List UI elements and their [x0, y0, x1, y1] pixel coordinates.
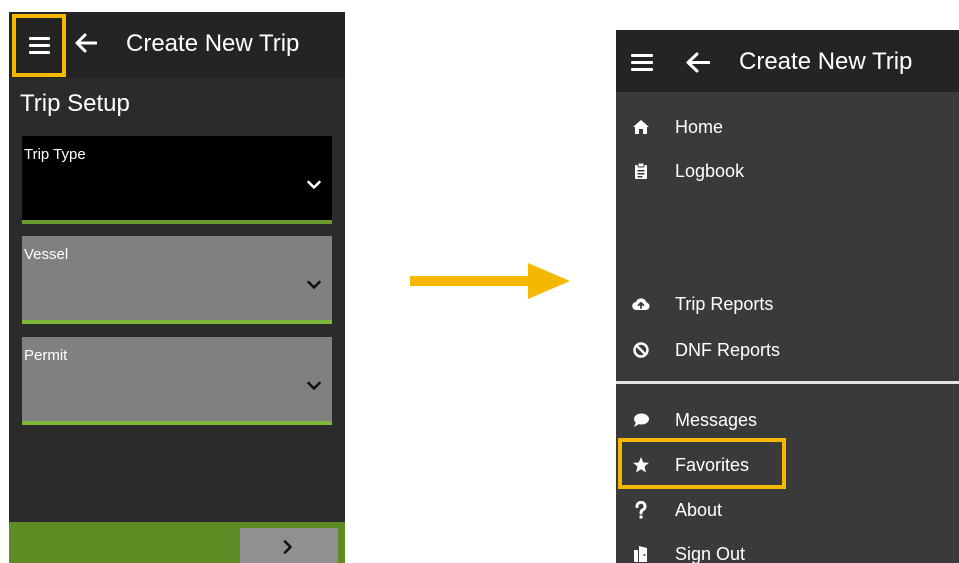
speech-bubble-icon — [634, 413, 649, 427]
vessel-label: Vessel — [24, 246, 69, 263]
ban-icon — [633, 342, 649, 358]
menu-item-label: Logbook — [675, 161, 745, 181]
chevron-down-icon — [307, 280, 321, 289]
menu-item-label: Sign Out — [675, 544, 746, 563]
app-header: Create New Trip — [9, 12, 345, 78]
favorites-highlight-box — [618, 438, 786, 489]
hamburger-icon[interactable] — [631, 54, 653, 72]
menu-item-label: Messages — [675, 410, 758, 430]
menu-item-about[interactable]: About — [616, 492, 959, 528]
trip-type-select[interactable]: Trip Type — [22, 136, 332, 224]
chevron-right-icon — [283, 540, 292, 554]
arrow-left-icon[interactable] — [75, 33, 97, 53]
page-title: Create New Trip — [739, 48, 913, 75]
menu-item-sign-out[interactable]: Sign Out — [616, 536, 959, 563]
menu-divider — [616, 381, 959, 384]
menu-item-dnf-reports[interactable]: DNF Reports — [616, 332, 959, 368]
field-underline — [22, 421, 332, 425]
section-title: Trip Setup — [20, 90, 130, 117]
menu-item-logbook[interactable]: Logbook — [616, 153, 959, 189]
navigation-drawer-screen: Create New Trip Home Logbook Trip Report… — [616, 30, 959, 563]
field-underline — [22, 320, 332, 324]
menu-item-label: Home — [675, 117, 724, 137]
trip-type-label: Trip Type — [24, 146, 86, 163]
menu-item-trip-reports[interactable]: Trip Reports — [616, 286, 959, 322]
menu-item-label: Trip Reports — [675, 294, 774, 314]
cloud-upload-icon — [632, 298, 650, 311]
menu-item-home[interactable]: Home — [616, 109, 959, 145]
create-trip-screen: Create New Trip Trip Setup Trip Type Ves… — [9, 12, 345, 563]
page-title: Create New Trip — [126, 30, 300, 57]
hamburger-icon[interactable] — [29, 37, 50, 55]
permit-select[interactable]: Permit — [22, 337, 332, 425]
arrow-right-icon — [410, 263, 570, 299]
menu-item-label: DNF Reports — [675, 340, 781, 360]
clipboard-icon — [635, 162, 647, 179]
chevron-down-icon — [307, 180, 321, 189]
question-icon — [635, 501, 647, 519]
home-icon — [633, 120, 649, 134]
field-underline — [22, 220, 332, 224]
menu-item-messages[interactable]: Messages — [616, 402, 959, 438]
menu-highlight-box — [12, 14, 66, 77]
vessel-select[interactable]: Vessel — [22, 236, 332, 324]
chevron-down-icon — [307, 381, 321, 390]
arrow-left-icon[interactable] — [686, 52, 710, 73]
footer-bar — [9, 522, 345, 563]
menu-item-label: About — [675, 500, 723, 520]
app-header: Create New Trip — [616, 30, 959, 92]
door-exit-icon — [634, 546, 647, 562]
permit-label: Permit — [24, 347, 68, 364]
next-button[interactable] — [240, 528, 338, 563]
